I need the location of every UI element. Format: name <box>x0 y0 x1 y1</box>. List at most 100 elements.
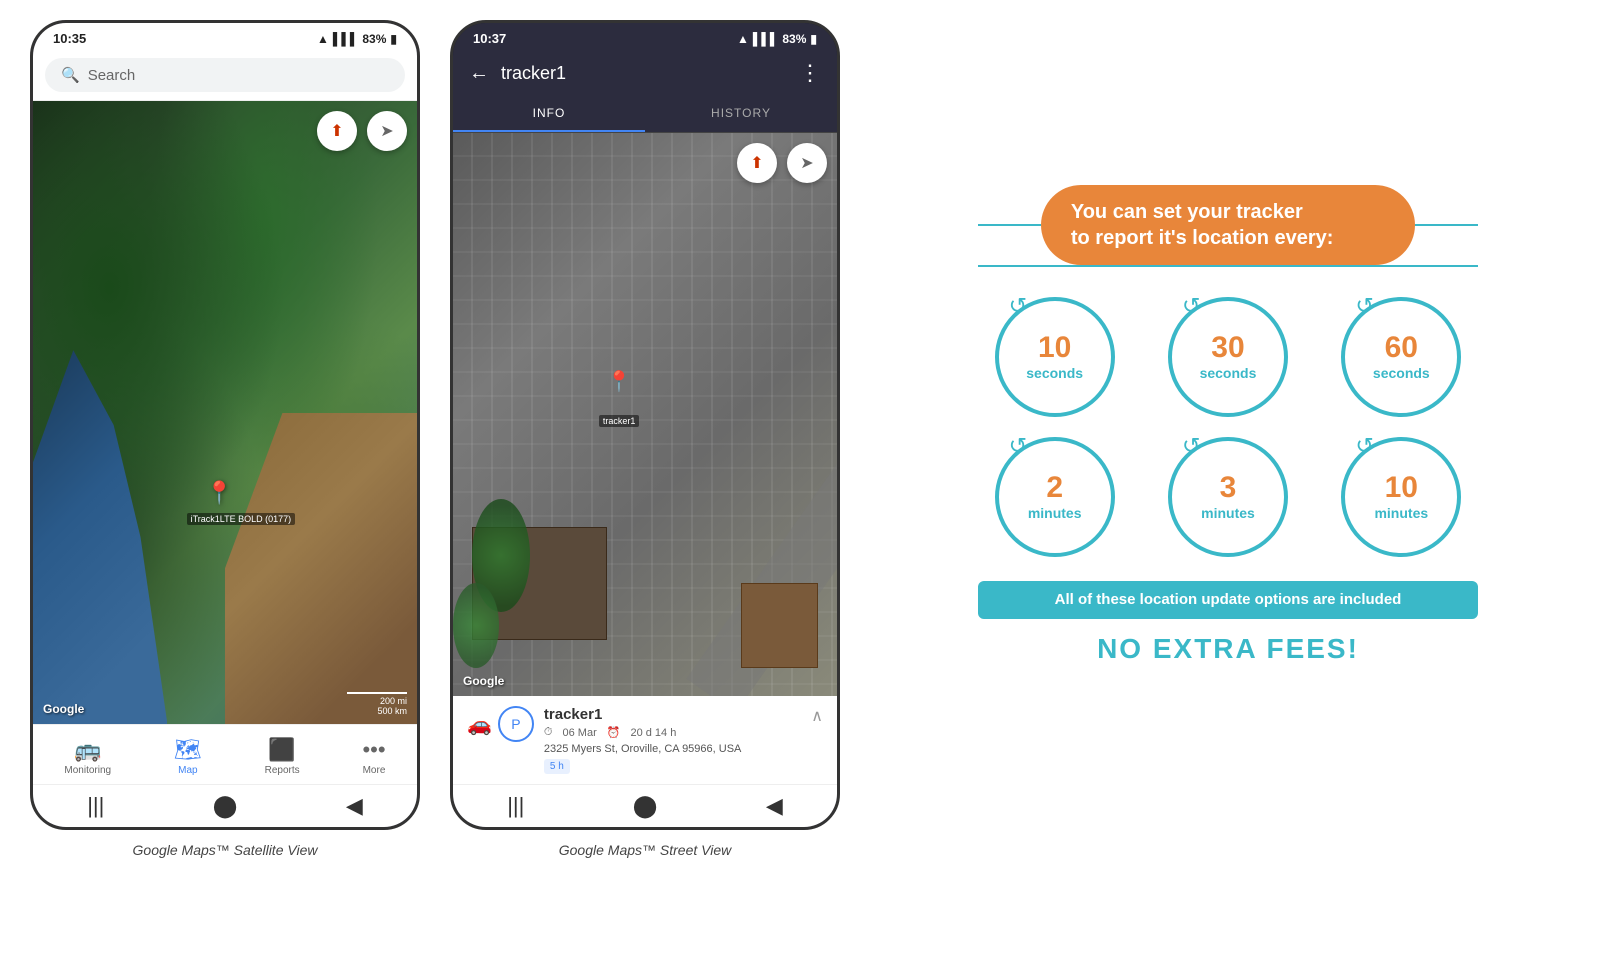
phone2-battery-icon: ▮ <box>810 32 817 46</box>
info-headline-text: You can set your trackerto report it's l… <box>1071 199 1385 251</box>
circle-number-2m: 2 <box>1046 473 1063 503</box>
satellite-map: ⬆ ➤ 📍 iTrack1LTE BOLD (0177) Google 200 <box>33 101 417 724</box>
phone2-time: 10:37 <box>473 31 506 46</box>
nav-map[interactable]: 🗺 Map <box>164 733 212 780</box>
no-extra-fees-text: NO EXTRA FEES! <box>978 633 1478 665</box>
phone2-android-home-btn[interactable]: ⬤ <box>633 793 658 819</box>
map-navigate-button[interactable]: ➤ <box>367 111 407 151</box>
circle-unit-60s: seconds <box>1373 365 1430 381</box>
search-input[interactable]: 🔍 Search <box>45 58 405 92</box>
phone2-with-caption: 10:37 ▲ ▌▌▌ 83% ▮ ← tracker1 ⋮ INF <box>450 20 840 858</box>
nav-monitoring-label: Monitoring <box>64 765 111 776</box>
aerial-compass-button[interactable]: ⬆ <box>737 143 777 183</box>
tracker-badge: 5 h <box>544 759 570 774</box>
tab-history[interactable]: HISTORY <box>645 96 837 132</box>
building2 <box>741 583 818 667</box>
nav-monitoring[interactable]: 🚌 Monitoring <box>54 733 121 780</box>
phone1-bottom-nav: 🚌 Monitoring 🗺 Map ⬛ Reports ••• More <box>33 724 417 784</box>
aerial-compass-icon: ⬆ <box>750 153 763 173</box>
circle-number-10m: 10 <box>1385 473 1418 503</box>
phone1-android-nav: ||| ⬤ ◀ <box>33 784 417 827</box>
circle-10m: 10 minutes <box>1325 437 1478 557</box>
aerial-google-logo: Google <box>463 674 504 688</box>
scale-bar <box>347 692 407 694</box>
phone1-time: 10:35 <box>53 31 86 46</box>
circle-unit-2m: minutes <box>1028 505 1082 521</box>
tracker-address: 2325 Myers St, Oroville, CA 95966, USA <box>544 743 801 755</box>
map-icon: 🗺 <box>174 737 202 763</box>
phone1-with-caption: 10:35 ▲ ▌▌▌ 83% ▮ 🔍 Search <box>30 20 420 858</box>
circle-number-10s: 10 <box>1038 333 1071 363</box>
phone2-status-bar: 10:37 ▲ ▌▌▌ 83% ▮ <box>453 23 837 50</box>
scale-500km: 500 km <box>347 706 407 716</box>
circle-ring-60s: 60 seconds <box>1341 297 1461 417</box>
nav-more-label: More <box>363 765 386 776</box>
compass-icon: ⬆ <box>330 121 343 141</box>
nav-reports[interactable]: ⬛ Reports <box>255 733 310 780</box>
circle-number-3m: 3 <box>1220 473 1237 503</box>
tracker-date: 06 Mar <box>563 727 597 739</box>
scroll-up-button[interactable]: ∧ <box>811 706 823 726</box>
info-card: You can set your trackerto report it's l… <box>938 155 1518 695</box>
aerial-pin: 📍 <box>607 369 632 394</box>
circle-unit-30s: seconds <box>1200 365 1257 381</box>
aerial-navigate-button[interactable]: ➤ <box>787 143 827 183</box>
nav-map-label: Map <box>178 765 197 776</box>
map-compass-button[interactable]: ⬆ <box>317 111 357 151</box>
clock-icon: ⏱ <box>544 726 553 739</box>
circle-unit-3m: minutes <box>1201 505 1255 521</box>
nav-more[interactable]: ••• More <box>352 733 395 780</box>
circle-3m: 3 minutes <box>1151 437 1304 557</box>
phone1-status-bar: 10:35 ▲ ▌▌▌ 83% ▮ <box>33 23 417 50</box>
map-tracker-label: iTrack1LTE BOLD (0177) <box>187 513 296 525</box>
circle-unit-10s: seconds <box>1026 365 1083 381</box>
aerial-navigate-icon: ➤ <box>800 153 813 173</box>
circles-grid: 10 seconds 30 seconds 60 seconds <box>978 297 1478 557</box>
circle-60s: 60 seconds <box>1325 297 1478 417</box>
bottom-divider-line <box>978 265 1478 267</box>
aerial-tracker-label: tracker1 <box>599 415 640 427</box>
android-menu-btn[interactable]: ||| <box>87 793 104 819</box>
circle-ring-10s: 10 seconds <box>995 297 1115 417</box>
search-icon: 🔍 <box>61 66 80 84</box>
main-container: 10:35 ▲ ▌▌▌ 83% ▮ 🔍 Search <box>0 0 1616 878</box>
phone2-android-menu-btn[interactable]: ||| <box>507 793 524 819</box>
phone1-status-right: ▲ ▌▌▌ 83% ▮ <box>317 32 397 46</box>
map-google-logo: Google <box>43 702 84 716</box>
circle-ring-30s: 30 seconds <box>1168 297 1288 417</box>
android-home-btn[interactable]: ⬤ <box>213 793 238 819</box>
phone2-caption: Google Maps™ Street View <box>559 842 732 858</box>
map-pin: 📍 <box>206 480 233 506</box>
phone2-mockup: 10:37 ▲ ▌▌▌ 83% ▮ ← tracker1 ⋮ INF <box>450 20 840 830</box>
phone1-search-bar[interactable]: 🔍 Search <box>33 50 417 101</box>
timer-icon: ⏰ <box>607 726 621 739</box>
right-divider-line <box>1415 224 1478 226</box>
android-back-btn[interactable]: ◀ <box>346 793 363 819</box>
phone2-android-back-btn[interactable]: ◀ <box>766 793 783 819</box>
reports-icon: ⬛ <box>268 737 295 763</box>
monitoring-icon: 🚌 <box>74 737 101 763</box>
tab-info[interactable]: INFO <box>453 96 645 132</box>
tracker-name: tracker1 <box>544 706 801 723</box>
tracker-meta: ⏱ 06 Mar ⏰ 20 d 14 h <box>544 726 801 739</box>
phone2-signal-icon: ▲ <box>737 32 749 46</box>
more-icon: ••• <box>362 737 385 763</box>
tracker-icons: 🚗 P <box>467 706 534 742</box>
phone2-battery: 83% <box>782 32 806 46</box>
circle-number-60s: 60 <box>1385 333 1418 363</box>
phone2-header: ← tracker1 ⋮ <box>453 50 837 96</box>
map-desert <box>225 413 417 725</box>
circle-ring-3m: 3 minutes <box>1168 437 1288 557</box>
car-icon: 🚗 <box>467 712 492 737</box>
circle-30s: 30 seconds <box>1151 297 1304 417</box>
tracker-info-header: 🚗 P tracker1 ⏱ 06 Mar ⏰ 20 d 14 h 232 <box>467 706 823 774</box>
map-ocean <box>33 350 167 724</box>
phone1-caption: Google Maps™ Satellite View <box>133 842 318 858</box>
circle-ring-10m: 10 minutes <box>1341 437 1461 557</box>
trees-area2 <box>453 583 499 667</box>
phone1-battery: 83% <box>362 32 386 46</box>
phone2-status-right: ▲ ▌▌▌ 83% ▮ <box>737 32 817 46</box>
info-headline-banner: You can set your trackerto report it's l… <box>1041 185 1415 265</box>
back-button[interactable]: ← <box>469 62 489 85</box>
menu-button[interactable]: ⋮ <box>799 60 821 86</box>
